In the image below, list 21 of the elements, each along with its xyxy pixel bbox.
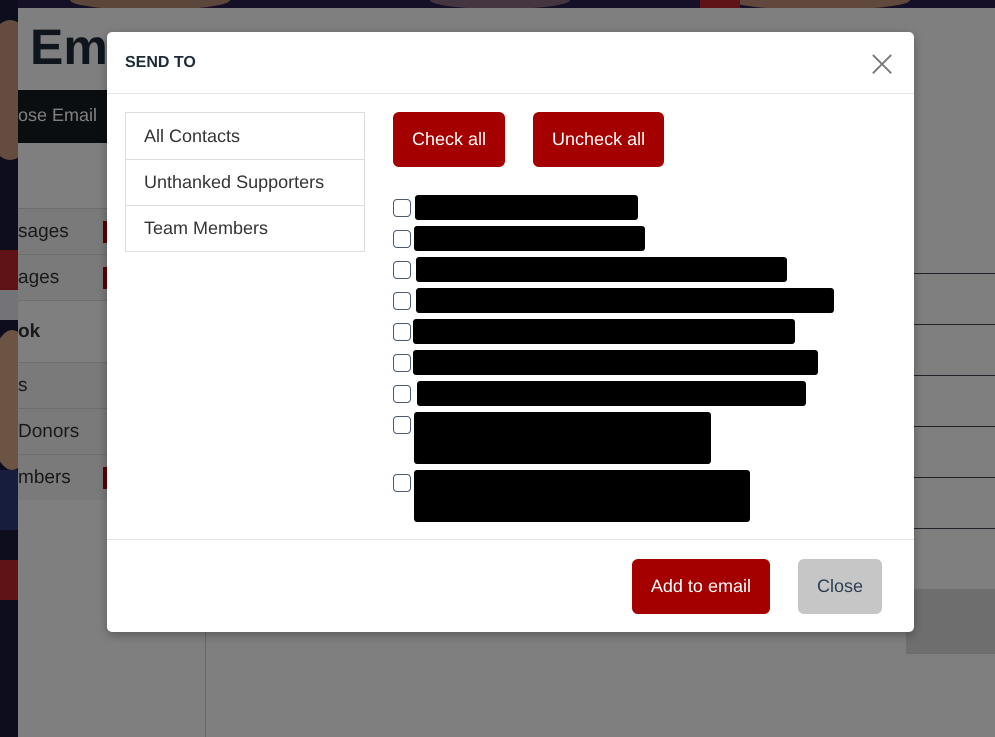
- checkbox[interactable]: [393, 261, 411, 279]
- sidebar-item[interactable]: mbers: [18, 454, 109, 500]
- checkbox[interactable]: [393, 292, 411, 310]
- sidebar-item[interactable]: s: [18, 362, 109, 408]
- check-all-button[interactable]: Check all: [393, 112, 506, 167]
- checkbox[interactable]: [393, 230, 411, 248]
- add-to-email-button[interactable]: Add to email: [632, 558, 770, 614]
- close-button[interactable]: Close: [798, 558, 882, 614]
- checkbox[interactable]: [393, 323, 411, 341]
- compose-email-button[interactable]: ose Email: [18, 90, 107, 143]
- checkbox[interactable]: [393, 199, 411, 217]
- uncheck-all-button[interactable]: Uncheck all: [533, 112, 664, 167]
- sidebar-item[interactable]: ages: [18, 254, 109, 300]
- dialog-title: SEND TO: [125, 54, 196, 72]
- checkbox[interactable]: [393, 354, 411, 372]
- sidebar-item[interactable]: sages: [18, 208, 109, 254]
- checkbox[interactable]: [393, 416, 411, 434]
- checkbox[interactable]: [393, 474, 411, 492]
- sidebar-item[interactable]: Donors: [18, 408, 109, 454]
- page-title: Em: [30, 22, 108, 72]
- checkbox[interactable]: [393, 385, 411, 403]
